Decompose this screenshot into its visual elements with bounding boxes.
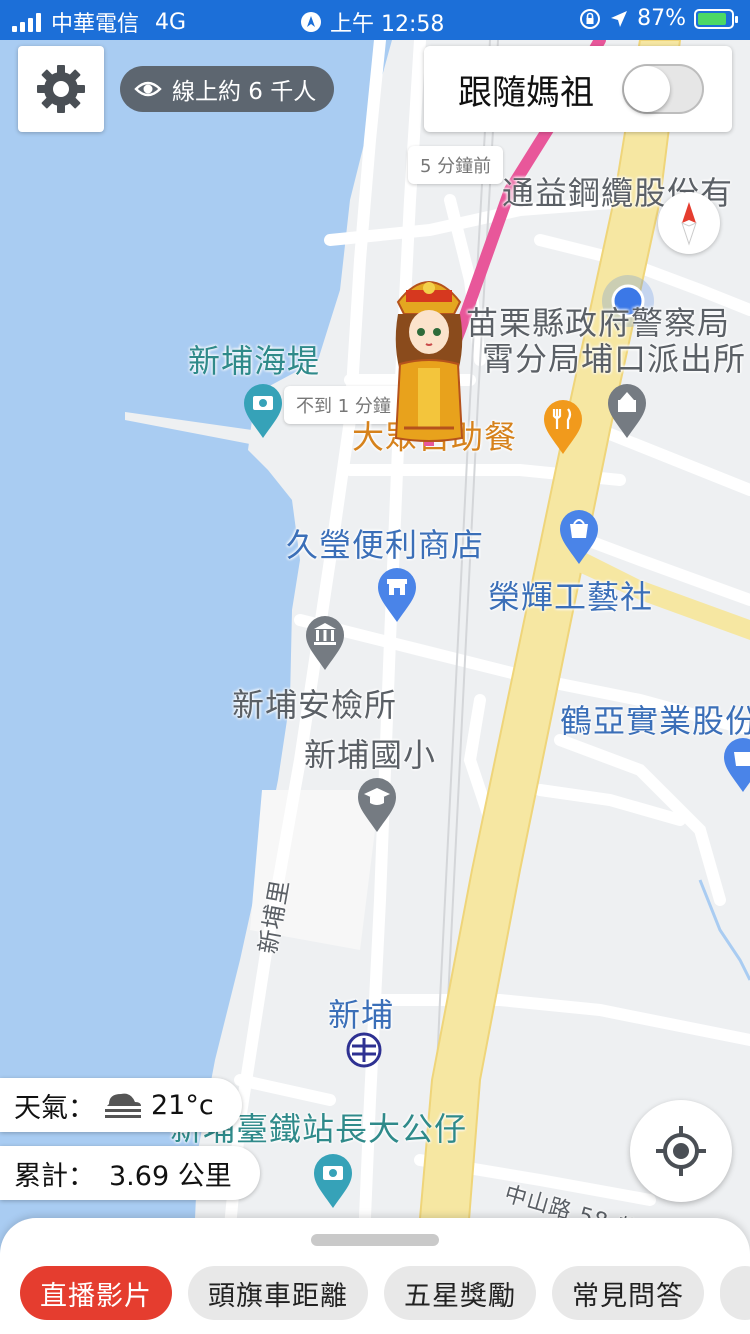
tab-more[interactable] (720, 1266, 750, 1320)
weather-chip: 天氣： 21°c (0, 1078, 242, 1132)
store-pin-icon[interactable] (376, 566, 418, 624)
bottom-sheet[interactable]: 直播影片 頭旗車距離 五星獎勵 常見問答 (0, 1218, 750, 1334)
weather-label: 天氣： (14, 1092, 95, 1124)
signal-icon (12, 12, 41, 32)
mazu-character-marker[interactable] (384, 268, 474, 452)
status-time: 上午 12:58 (330, 12, 445, 37)
status-bar: 中華電信 4G 上午 12:58 87% (0, 0, 750, 40)
compass-icon (681, 202, 697, 246)
place-label[interactable]: 榮輝工藝社 (488, 572, 653, 618)
place-label[interactable]: 霄分局埔口派出所 (482, 334, 746, 380)
settings-button[interactable] (18, 46, 104, 132)
locate-icon (656, 1126, 706, 1176)
follow-mazu-toggle[interactable] (622, 64, 704, 114)
sheet-drag-handle[interactable] (311, 1234, 439, 1246)
fog-cloud-icon (105, 1093, 141, 1118)
place-label[interactable]: 新埔國小 (304, 730, 436, 776)
weather-temp: 21°c (151, 1089, 214, 1121)
camera-pin-icon[interactable] (242, 382, 284, 440)
shopping-pin-icon[interactable] (558, 508, 600, 566)
police-pin-icon[interactable] (606, 382, 648, 440)
tab-live-video[interactable]: 直播影片 (20, 1266, 172, 1320)
online-count-pill: 線上約 6 千人 (120, 66, 335, 112)
tab-five-star-rewards[interactable]: 五星獎勵 (384, 1266, 536, 1320)
battery-percent: 87% (637, 6, 686, 31)
compass-button[interactable] (658, 192, 720, 254)
battery-icon (694, 8, 738, 29)
time-tag: 5 分鐘前 (408, 146, 504, 184)
follow-mazu-panel: 跟隨媽祖 (424, 46, 732, 132)
tab-lead-flag-distance[interactable]: 頭旗車距離 (188, 1266, 368, 1320)
train-station-icon[interactable] (346, 1032, 382, 1068)
locate-me-button[interactable] (630, 1100, 732, 1202)
follow-mazu-label: 跟隨媽祖 (458, 72, 594, 113)
distance-chip: 累計： 3.69 公里 (0, 1146, 260, 1200)
navigation-arrow-icon (611, 10, 628, 27)
online-count-text: 線上約 6 千人 (172, 79, 317, 105)
bottom-tabs: 直播影片 頭旗車距離 五星獎勵 常見問答 (20, 1266, 750, 1320)
place-label[interactable]: 久瑩便利商店 (286, 520, 484, 566)
restaurant-pin-icon[interactable] (542, 398, 584, 456)
settings-gear-icon (37, 65, 85, 113)
rotation-lock-icon (580, 8, 601, 29)
tab-faq[interactable]: 常見問答 (552, 1266, 704, 1320)
distance-value: 3.69 公里 (109, 1160, 232, 1192)
museum-pin-icon[interactable] (304, 614, 346, 672)
eye-icon (134, 81, 162, 97)
place-label[interactable]: 新埔 (328, 990, 394, 1036)
camera-pin-icon[interactable] (312, 1152, 354, 1210)
network-type: 4G (155, 9, 187, 35)
place-label[interactable]: 新埔海堤 (188, 336, 320, 382)
school-pin-icon[interactable] (356, 776, 398, 834)
shopping-pin-icon[interactable] (722, 736, 750, 794)
carrier-name: 中華電信 (51, 12, 140, 37)
place-label[interactable]: 新埔安檢所 (232, 680, 397, 726)
distance-label: 累計： (14, 1160, 95, 1192)
location-services-icon (301, 12, 321, 32)
